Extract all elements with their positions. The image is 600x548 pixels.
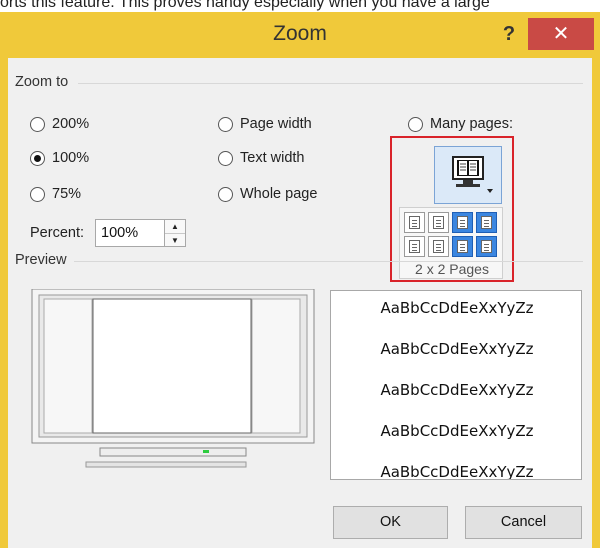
page-icon [481,216,492,229]
radio-text-width-circle[interactable] [218,150,233,166]
page-grid-cell[interactable] [428,212,449,233]
font-sample-line: AaBbCcDdEeXxYyZz [380,340,534,358]
preview-divider [74,261,583,262]
pages-grid-label: 2 x 2 Pages [415,261,489,277]
page-icon [481,240,492,253]
spin-up-icon[interactable]: ▲ [165,220,185,233]
page-icon [433,240,444,253]
percent-input[interactable] [95,219,165,247]
zoom-dialog: Zoom ? ✕ Zoom to 200% 100% 75% Page widt… [0,12,600,548]
radio-many-pages-label: Many pages: [430,116,514,132]
font-sample-line: AaBbCcDdEeXxYyZz [380,299,534,317]
font-sample-line: AaBbCcDdEeXxYyZz [380,463,534,480]
zoom-to-divider [78,83,583,84]
radio-many-pages[interactable]: Many pages: [408,116,513,132]
dialog-body: Zoom to 200% 100% 75% Page width Text wi… [8,58,592,548]
page-grid-cell-selected[interactable] [452,212,473,233]
radio-200-percent[interactable]: 200% [30,116,89,132]
page-icon [409,240,420,253]
radio-whole-page-label: Whole page [240,186,318,202]
radio-100-circle[interactable] [30,150,45,166]
page-grid-cell[interactable] [404,236,425,257]
percent-spinner[interactable]: ▲ ▼ [164,219,186,247]
radio-page-width-circle[interactable] [218,116,233,132]
monitor-preview-icon [31,288,315,468]
page-grid-cell-selected[interactable] [476,236,497,257]
font-sample-line: AaBbCcDdEeXxYyZz [380,381,534,399]
page-icon [409,216,420,229]
page-grid-cell[interactable] [428,236,449,257]
page-preview [20,288,328,483]
help-button[interactable]: ? [495,20,523,48]
page-grid-cell-selected[interactable] [476,212,497,233]
spin-down-icon[interactable]: ▼ [165,233,185,247]
preview-label: Preview [15,252,67,268]
close-button[interactable]: ✕ [528,18,594,50]
pages-grid-popup: 2 x 2 Pages [399,207,503,279]
page-icon [457,216,468,229]
radio-text-width[interactable]: Text width [218,150,304,166]
radio-200-label: 200% [52,116,90,132]
radio-75-circle[interactable] [30,186,45,202]
radio-many-pages-circle[interactable] [408,116,423,132]
radio-whole-page-circle[interactable] [218,186,233,202]
radio-page-width[interactable]: Page width [218,116,312,132]
radio-text-width-label: Text width [240,150,305,166]
page-grid-cell-selected[interactable] [452,236,473,257]
monitor-icon [452,156,493,193]
radio-200-circle[interactable] [30,116,45,132]
page-grid-cell[interactable] [404,212,425,233]
title-bar[interactable]: Zoom ? ✕ [0,12,600,58]
font-preview-box: AaBbCcDdEeXxYyZz AaBbCcDdEeXxYyZz AaBbCc… [330,290,582,480]
page-icon [457,240,468,253]
radio-75-percent[interactable]: 75% [30,186,81,202]
percent-label: Percent: [30,225,84,241]
radio-100-percent[interactable]: 100% [30,150,89,166]
dropdown-arrow-icon [487,189,493,193]
font-sample-line: AaBbCcDdEeXxYyZz [380,422,534,440]
zoom-to-label: Zoom to [15,74,69,90]
page-icon [433,216,444,229]
radio-whole-page[interactable]: Whole page [218,186,317,202]
ok-button[interactable]: OK [333,506,448,539]
radio-page-width-label: Page width [240,116,312,132]
radio-75-label: 75% [52,186,82,202]
radio-100-label: 100% [52,150,90,166]
many-pages-button[interactable] [434,146,502,204]
cancel-button[interactable]: Cancel [465,506,582,539]
